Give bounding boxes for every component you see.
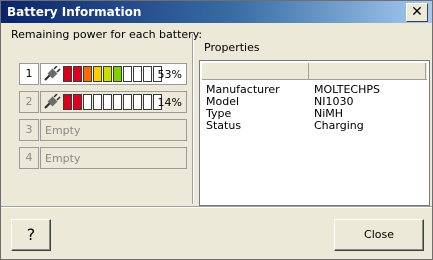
property-value: Charging [314,119,364,132]
charge-cell [113,66,122,82]
help-button[interactable]: ? [11,219,51,251]
battery-status: Empty [45,124,81,137]
battery-percent: 53% [157,68,182,81]
charge-cell [103,66,112,82]
charge-cell [143,94,152,110]
charge-cell [103,94,112,110]
charge-cells [63,94,162,110]
properties-list[interactable]: Manufacturer MOLTECHPS Model NI1030 Type… [199,60,430,206]
properties-label: Properties [204,41,260,54]
window-title: Battery Information [7,5,142,19]
close-button[interactable]: Close [334,219,424,251]
close-window-button[interactable]: ✕ [406,3,428,22]
battery-number: 3 [19,119,39,141]
charge-cells [63,66,162,82]
charge-cell [93,94,102,110]
battery-number: 4 [19,147,39,169]
battery-meter: 53% [40,63,187,85]
power-plug-icon [44,94,61,109]
battery-meter: 14% [40,91,187,113]
battery-number: 1 [19,63,39,85]
property-name: Status [206,119,242,132]
properties-header [202,63,427,80]
panel-divider [192,34,194,204]
footer-separator [1,206,432,208]
power-plug-icon [44,66,61,81]
charge-cell [123,94,132,110]
charge-cell [83,66,92,82]
value-column-header[interactable] [309,63,426,79]
battery-number: 2 [19,91,39,113]
battery-information-dialog: Battery Information ✕ Remaining power fo… [0,0,433,260]
remaining-power-label: Remaining power for each battery: [11,28,203,41]
charge-cell [93,66,102,82]
charge-cell [83,94,92,110]
charge-cell [63,66,72,82]
charge-cell [123,66,132,82]
title-bar[interactable]: Battery Information ✕ [1,1,432,23]
charge-cell [63,94,72,110]
battery-percent: 14% [157,96,182,109]
charge-cell [113,94,122,110]
battery-status: Empty [45,152,81,165]
name-column-header[interactable] [202,63,309,79]
charge-cell [143,66,152,82]
charge-cell [133,66,142,82]
battery-meter: Empty [40,147,187,169]
battery-meter: Empty [40,119,187,141]
charge-cell [73,66,82,82]
charge-cell [133,94,142,110]
charge-cell [73,94,82,110]
